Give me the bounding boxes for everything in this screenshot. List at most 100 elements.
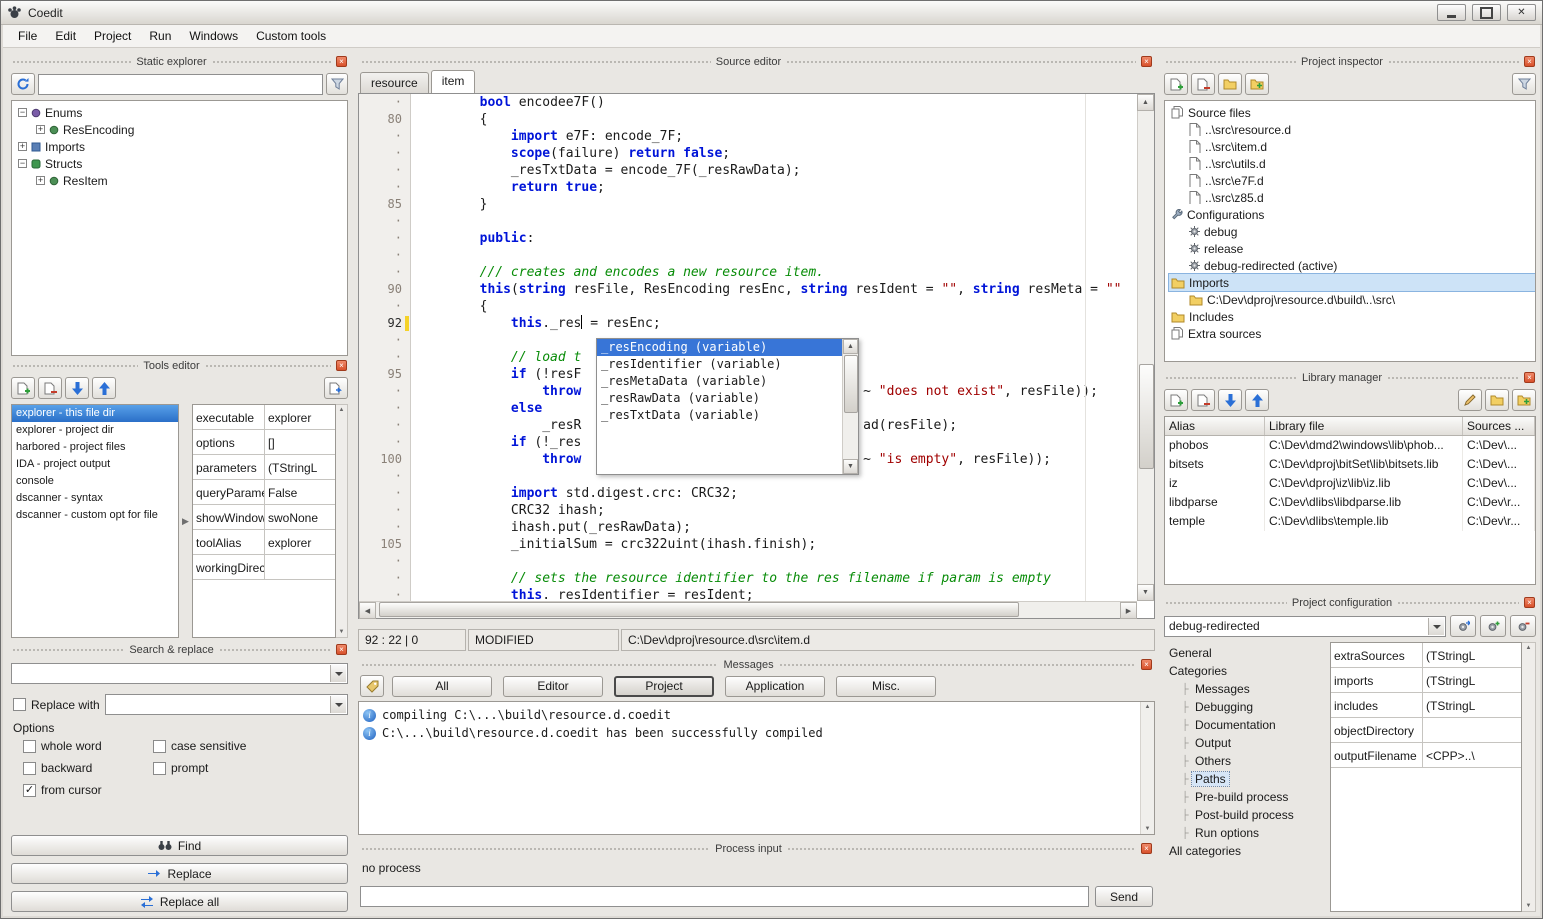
option-whole-word[interactable]: whole word xyxy=(23,739,153,753)
completion-item-restxtdata[interactable]: _resTxtData (variable) xyxy=(597,407,842,424)
scroll-down-icon[interactable]: ▼ xyxy=(1137,584,1154,601)
code-line[interactable]: · CRC32 ihash; xyxy=(359,502,1137,519)
library-row-temple[interactable]: templeC:\Dev\dlibs\temple.libC:\Dev\r... xyxy=(1165,512,1535,531)
library-row-iz[interactable]: izC:\Dev\dproj\iz\lib\iz.libC:\Dev\... xyxy=(1165,474,1535,493)
property-row-workingdirect[interactable]: workingDirect xyxy=(193,555,335,580)
code-line[interactable]: · import e7F: encode_7F; xyxy=(359,128,1137,145)
category-others[interactable]: ├Others xyxy=(1164,752,1322,770)
panel-grip[interactable] xyxy=(1387,376,1519,380)
option-from-cursor[interactable]: from cursor xyxy=(23,783,153,797)
menu-run[interactable]: Run xyxy=(140,25,180,47)
remove-tool-button[interactable] xyxy=(38,377,62,399)
remove-config-item-button[interactable] xyxy=(1510,615,1536,637)
edit-library-button[interactable] xyxy=(1458,389,1482,411)
completion-item-resrawdata[interactable]: _resRawData (variable) xyxy=(597,390,842,407)
close-panel-icon[interactable] xyxy=(1524,56,1535,67)
library-row-bitsets[interactable]: bitsetsC:\Dev\dproj\bitSet\lib\bitsets.l… xyxy=(1165,455,1535,474)
close-panel-icon[interactable] xyxy=(1524,597,1535,608)
scrollbar-thumb[interactable] xyxy=(844,355,858,413)
column-header-library-file[interactable]: Library file xyxy=(1265,417,1463,435)
remove-config-button[interactable] xyxy=(1191,73,1215,95)
add-library-button[interactable] xyxy=(1164,389,1188,411)
execute-tool-button[interactable] xyxy=(324,377,348,399)
tool-item-dscanner-custom-opt-for-file[interactable]: dscanner - custom opt for file xyxy=(12,507,178,524)
category-run-options[interactable]: ├Run options xyxy=(1164,824,1322,842)
code-line[interactable]: · _resTxtData = encode_7F(_resRawData); xyxy=(359,162,1137,179)
column-header-sources[interactable]: Sources ... xyxy=(1463,417,1535,435)
code-line[interactable]: · // sets the resource identifier to the… xyxy=(359,570,1137,587)
filter-project[interactable]: Project xyxy=(614,676,714,697)
add-config-item-button[interactable] xyxy=(1480,615,1506,637)
panel-grip[interactable] xyxy=(12,60,131,64)
clear-messages-button[interactable] xyxy=(360,675,384,697)
config-property-extrasources[interactable]: extraSources(TStringL xyxy=(1331,643,1521,668)
completion-item-residentifier[interactable]: _resIdentifier (variable) xyxy=(597,356,842,373)
symbol-filter-input[interactable] xyxy=(38,74,323,95)
category-documentation[interactable]: ├Documentation xyxy=(1164,716,1322,734)
code-line[interactable]: · { xyxy=(359,298,1137,315)
tree-item-structs[interactable]: −Structs xyxy=(14,155,347,172)
tool-item-explorer-this-file-dir[interactable]: explorer - this file dir xyxy=(12,405,178,422)
code-line[interactable]: · bool encodee7F() xyxy=(359,94,1137,111)
tool-item-console[interactable]: console xyxy=(12,473,178,490)
send-button[interactable]: Send xyxy=(1095,886,1153,907)
tab-item[interactable]: item xyxy=(431,70,476,93)
scrollbar-thumb[interactable] xyxy=(1139,364,1154,469)
add-config-button[interactable] xyxy=(1164,73,1188,95)
category-general[interactable]: General xyxy=(1164,644,1322,662)
completion-item-resmetadata[interactable]: _resMetaData (variable) xyxy=(597,373,842,390)
panel-grip[interactable] xyxy=(361,60,711,64)
panel-grip[interactable] xyxy=(787,847,1136,851)
replace-with-checkbox[interactable] xyxy=(13,698,26,711)
splitter-handle[interactable]: ▶ xyxy=(179,404,192,638)
add-source-button[interactable] xyxy=(1245,73,1269,95)
code-line[interactable]: · xyxy=(359,247,1137,264)
property-value[interactable]: False xyxy=(265,480,335,504)
panel-grip[interactable] xyxy=(12,648,124,652)
option-case-sensitive[interactable]: case sensitive xyxy=(153,739,303,753)
editor-horizontal-scrollbar[interactable]: ◀ ▶ xyxy=(359,601,1137,618)
project-tree-item-debug[interactable]: debug xyxy=(1169,223,1535,240)
property-value[interactable]: (TStringL xyxy=(1423,668,1521,692)
scroll-up-icon[interactable]: ▲ xyxy=(339,407,345,413)
project-tree-item-release[interactable]: release xyxy=(1169,240,1535,257)
tool-item-explorer-project-dir[interactable]: explorer - project dir xyxy=(12,422,178,439)
move-tool-up-button[interactable] xyxy=(92,377,116,399)
option-backward[interactable]: backward xyxy=(23,761,153,775)
menu-windows[interactable]: Windows xyxy=(180,25,247,47)
panel-grip[interactable] xyxy=(779,663,1136,667)
message-row[interactable]: C:\...\build\resource.d.coedit has been … xyxy=(359,724,1154,742)
project-tree-item-src-utils-d[interactable]: ..\src\utils.d xyxy=(1169,155,1535,172)
property-value[interactable]: explorer xyxy=(265,530,335,554)
library-row-libdparse[interactable]: libdparseC:\Dev\dlibs\libdparse.libC:\De… xyxy=(1165,493,1535,512)
chevron-down-icon[interactable] xyxy=(330,665,346,682)
category-messages[interactable]: ├Messages xyxy=(1164,680,1322,698)
panel-grip[interactable] xyxy=(1165,60,1296,64)
scroll-up-icon[interactable]: ▲ xyxy=(1526,645,1532,651)
project-tree-item-c-dev-dproj-resource-d-build-src[interactable]: C:\Dev\dproj\resource.d\build\..\src\ xyxy=(1169,291,1535,308)
project-tree-item-src-item-d[interactable]: ..\src\item.d xyxy=(1169,138,1535,155)
code-line[interactable]: · /// creates and encodes a new resource… xyxy=(359,264,1137,281)
inspector-filter-button[interactable] xyxy=(1512,73,1536,95)
replace-all-button[interactable]: Replace all xyxy=(11,891,348,912)
clear-filter-button[interactable] xyxy=(326,73,348,95)
config-property-outputfilename[interactable]: outputFilename<CPP>..\ xyxy=(1331,743,1521,768)
code-line[interactable]: 105 _initialSum = crc322uint(ihash.finis… xyxy=(359,536,1137,553)
editor-vertical-scrollbar[interactable]: ▲ ▼ xyxy=(1137,94,1154,601)
config-property-includes[interactable]: includes(TStringL xyxy=(1331,693,1521,718)
property-value[interactable]: swoNone xyxy=(265,505,335,529)
panel-grip[interactable] xyxy=(361,663,718,667)
filter-application[interactable]: Application xyxy=(725,676,825,697)
close-panel-icon[interactable] xyxy=(336,360,347,371)
search-term-combo[interactable] xyxy=(11,663,348,684)
close-panel-icon[interactable] xyxy=(1141,56,1152,67)
category-categories[interactable]: Categories xyxy=(1164,662,1322,680)
panel-grip[interactable] xyxy=(1165,376,1297,380)
property-value[interactable]: explorer xyxy=(265,405,335,429)
project-tree-item-src-z85-d[interactable]: ..\src\z85.d xyxy=(1169,189,1535,206)
move-tool-down-button[interactable] xyxy=(65,377,89,399)
tool-item-dscanner-syntax[interactable]: dscanner - syntax xyxy=(12,490,178,507)
project-tree-item-source-files[interactable]: Source files xyxy=(1169,104,1535,121)
tab-resource[interactable]: resource xyxy=(360,72,429,93)
refresh-button[interactable] xyxy=(11,73,35,95)
